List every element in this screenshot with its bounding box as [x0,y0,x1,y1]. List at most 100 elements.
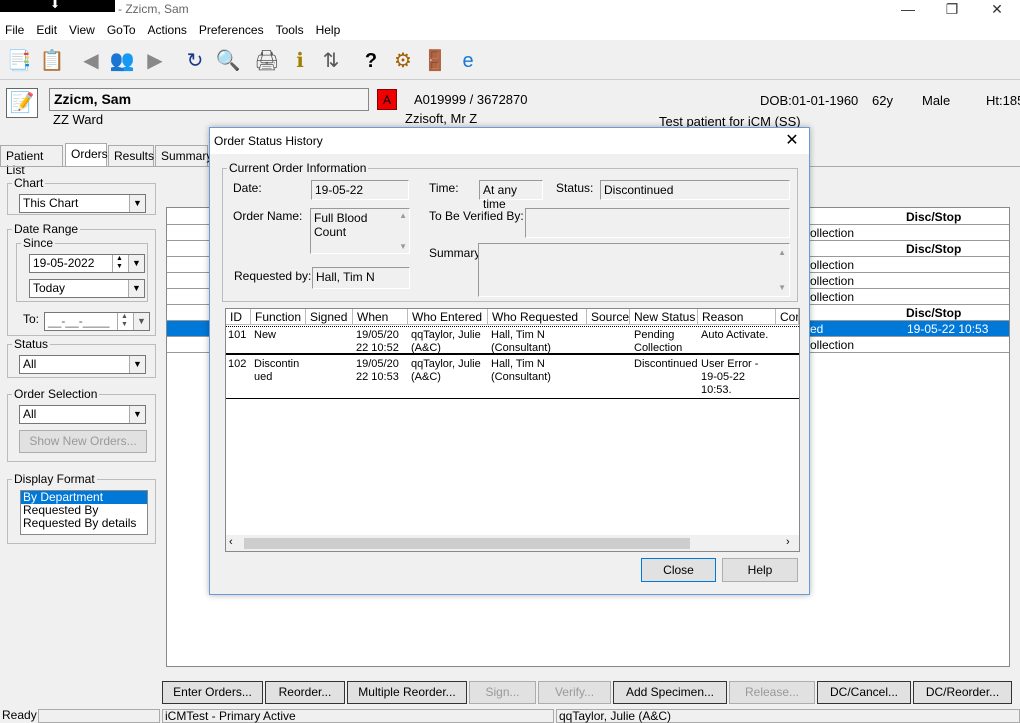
table-row[interactable]: 101 New 19/05/20 22 10:52 qqTaylor, Juli… [226,326,799,355]
menu-tools[interactable]: Tools [271,20,311,37]
patient-sex: Male [922,93,951,108]
spinner-icon[interactable]: ▲ ▼ [112,255,126,272]
date-range-title: Date Range [12,222,81,236]
column-header-when[interactable]: When [353,309,408,325]
table-row[interactable]: 102 Discontin ued 19/05/20 22 10:53 qqTa… [226,356,799,399]
display-format-list[interactable]: By Department Requested By Requested By … [20,490,148,535]
order-selection-group: Order Selection All ▼ Show New Orders... [7,387,156,462]
tab-results[interactable]: Results [108,145,154,167]
show-new-orders-button[interactable]: Show New Orders... [19,430,147,453]
menu-file[interactable]: File [0,20,31,37]
tab-orders[interactable]: Orders [65,143,108,167]
scroll-down-icon[interactable]: ▼ [399,242,407,251]
back-arrow-icon[interactable]: ◀ [78,48,104,74]
chart-group-title: Chart [12,176,46,190]
sign-button[interactable]: Sign... [469,681,536,704]
exit-door-icon[interactable]: 🚪 [422,48,448,74]
column-header-reason[interactable]: Reason [698,309,776,325]
add-specimen-button[interactable]: Add Specimen... [613,681,727,704]
tools-icon[interactable]: ⚙ [390,48,416,74]
forward-arrow-icon[interactable]: ▶ [142,48,168,74]
menu-view[interactable]: View [64,20,102,37]
verify-button[interactable]: Verify... [538,681,611,704]
find-icon[interactable]: 🔍 [215,48,241,74]
since-date-picker[interactable]: 19-05-2022 ▼ ▲ ▼ [29,254,145,273]
status-ready: Ready [2,708,37,722]
toolbar: 📑 📋 ◀ 👥 ▶ ↻ 🔍 🖨 ℹ ⇅ ? ⚙ 🚪 e [0,42,1020,80]
scroll-up-icon[interactable]: ▲ [399,211,407,220]
menu-actions[interactable]: Actions [143,20,194,37]
row-when: 19/05/20 22 10:53 [356,358,399,383]
browser-icon[interactable]: e [455,48,481,74]
column-header-comment[interactable]: Cor [776,309,799,325]
column-header-function[interactable]: Function [251,309,306,325]
multiple-reorder-button[interactable]: Multiple Reorder... [347,681,467,704]
status-group-title: Status [12,337,51,351]
chart-group: Chart This Chart ▼ [7,176,156,215]
patient-age: 62y [872,93,893,108]
patient-ward: ZZ Ward [53,112,104,127]
printer-icon[interactable]: 🖨 [254,48,280,74]
alert-badge[interactable]: A [377,89,397,110]
menu-goto[interactable]: GoTo [102,20,143,37]
column-header-id[interactable]: ID [226,309,251,325]
since-select[interactable]: Today ▼ [29,279,145,298]
dc-reorder-button[interactable]: DC/Reorder... [913,681,1012,704]
patients-icon[interactable]: 👥 [109,48,135,74]
chevron-down-icon: ▼ [133,313,149,330]
app-logo: ⬇ [0,0,115,12]
close-icon[interactable]: ✕ [780,130,804,152]
print-chart-icon[interactable]: 📋 [39,48,65,74]
scrollbar-thumb[interactable] [244,538,690,549]
status-cell: ed [810,322,824,336]
help-question-icon[interactable]: ? [358,48,384,74]
minimize-icon[interactable]: — [886,0,930,20]
help-button[interactable]: Help [722,558,798,582]
column-header-who-requested[interactable]: Who Requested [488,309,587,325]
column-header-who-entered[interactable]: Who Entered [408,309,488,325]
close-button[interactable]: Close [641,558,716,582]
sort-az-icon[interactable]: ⇅ [318,48,344,74]
disc-stop-header: Disc/Stop [906,306,962,320]
chart-icon[interactable]: 📑 [6,48,32,74]
column-header-source[interactable]: Source [587,309,630,325]
patient-height: Ht:185 [986,93,1020,108]
patient-ids: A019999 / 3672870 [414,92,528,107]
close-window-icon[interactable]: ✕ [975,0,1019,20]
notepad-icon[interactable]: 📝 [6,88,38,118]
patient-dob: DOB:01-01-1960 [760,93,859,108]
tab-summary[interactable]: Summary [155,145,212,167]
chart-select[interactable]: This Chart ▼ [19,194,146,213]
enter-orders-button[interactable]: Enter Orders... [162,681,263,704]
menu-edit[interactable]: Edit [31,20,64,37]
menu-preferences[interactable]: Preferences [194,20,271,37]
display-format-item-requested-by-details[interactable]: Requested By details [21,517,147,530]
summary-label: Summary: [429,246,484,260]
order-selection-value: All [23,407,37,421]
tab-patient-list[interactable]: Patient List [0,145,63,177]
spinner-icon[interactable]: ▲ ▼ [117,313,131,330]
menu-help[interactable]: Help [311,20,348,37]
patient-name: Zzicm, Sam [49,88,369,111]
date-label: Date: [233,181,262,195]
scroll-down-icon[interactable]: ▼ [778,283,786,292]
scroll-right-icon[interactable]: › [786,536,790,548]
horizontal-scrollbar[interactable]: ‹ › [226,535,799,551]
history-table[interactable]: ID Function Signed When Who Entered Who … [225,308,800,552]
to-date-picker[interactable]: __-__-____ ▼ ▲ ▼ [44,312,150,331]
status-cell: ollection [810,258,855,272]
column-header-signed[interactable]: Signed [306,309,353,325]
restore-icon[interactable]: ❐ [930,0,974,20]
dc-cancel-button[interactable]: DC/Cancel... [817,681,911,704]
order-selection-select[interactable]: All ▼ [19,405,146,424]
release-button[interactable]: Release... [729,681,815,704]
scroll-up-icon[interactable]: ▲ [778,248,786,257]
status-select[interactable]: All ▼ [19,355,146,374]
order-name-value: Full Blood Count [314,211,368,239]
column-header-new-status[interactable]: New Status [630,309,698,325]
reorder-button[interactable]: Reorder... [265,681,345,704]
info-icon[interactable]: ℹ [287,48,313,74]
refresh-icon[interactable]: ↻ [182,48,208,74]
scroll-left-icon[interactable]: ‹ [229,536,233,548]
chevron-down-icon: ▼ [129,406,145,423]
